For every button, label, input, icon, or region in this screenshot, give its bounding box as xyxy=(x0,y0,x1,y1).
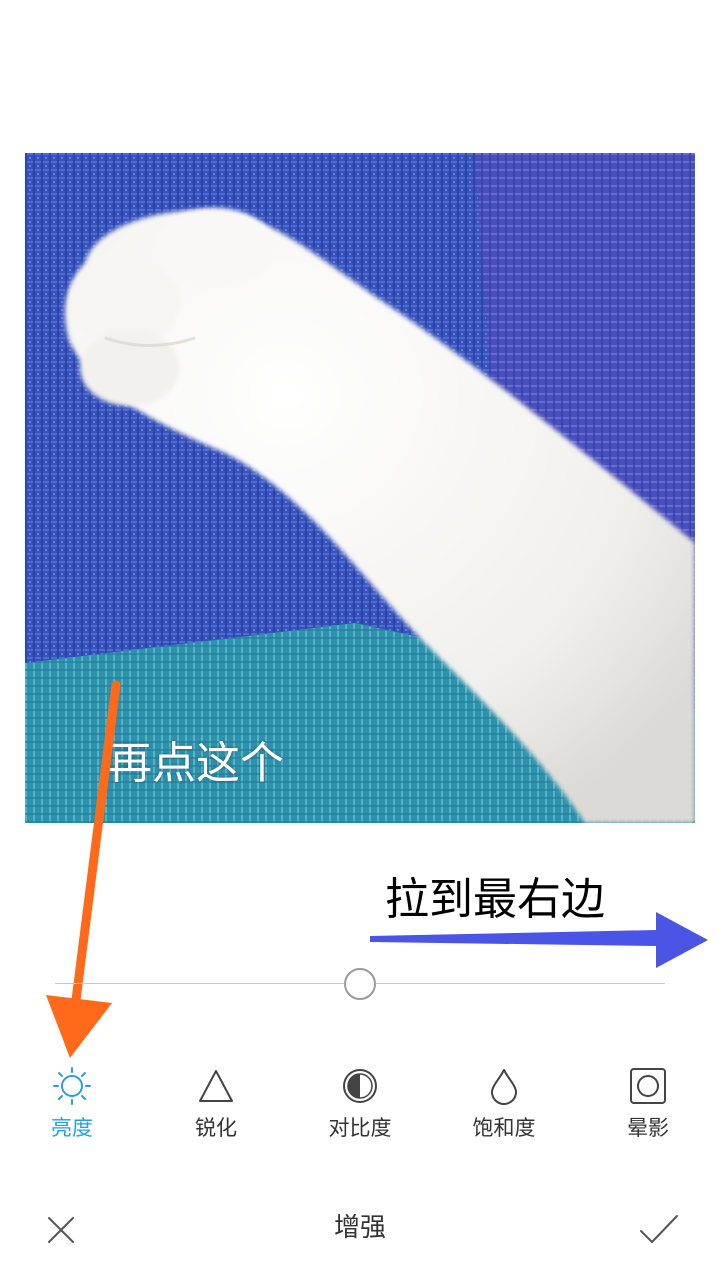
tool-brightness-label: 亮度 xyxy=(51,1116,93,1140)
tool-saturation[interactable]: 饱和度 xyxy=(449,1062,559,1139)
tool-vignette[interactable]: 晕影 xyxy=(593,1062,703,1139)
tool-brightness[interactable]: 亮度 xyxy=(17,1062,127,1139)
page-title: 增强 xyxy=(333,1213,386,1243)
check-icon[interactable] xyxy=(638,1211,680,1247)
adjustment-slider[interactable] xyxy=(55,965,665,1003)
enhance-tools-bar: 亮度 锐化 对比度 饱和度 晕影 xyxy=(0,1062,720,1152)
tool-sharpen-label: 锐化 xyxy=(195,1116,237,1140)
cat-paw-photo xyxy=(25,153,695,823)
drag-hint-annotation: 拉到最右边 xyxy=(385,874,605,925)
photo-preview xyxy=(25,153,695,823)
triangle-icon xyxy=(199,1070,233,1102)
screen: 再点这个 拉到最右边 亮度 锐化 对比度 饱和度 晕影 增强 xyxy=(0,0,720,1280)
half-circle-icon xyxy=(343,1069,377,1103)
droplet-icon xyxy=(491,1069,517,1105)
tool-sharpen[interactable]: 锐化 xyxy=(161,1062,271,1139)
tool-contrast[interactable]: 对比度 xyxy=(305,1062,415,1139)
bottom-bar: 增强 xyxy=(0,1195,720,1265)
sun-icon xyxy=(53,1067,91,1105)
tool-saturation-label: 饱和度 xyxy=(472,1116,536,1140)
tool-contrast-label: 对比度 xyxy=(328,1116,392,1140)
tool-vignette-label: 晕影 xyxy=(627,1116,669,1140)
vignette-icon xyxy=(630,1068,666,1104)
tap-hint-annotation: 再点这个 xyxy=(108,738,284,789)
slider-thumb[interactable] xyxy=(344,968,376,1000)
